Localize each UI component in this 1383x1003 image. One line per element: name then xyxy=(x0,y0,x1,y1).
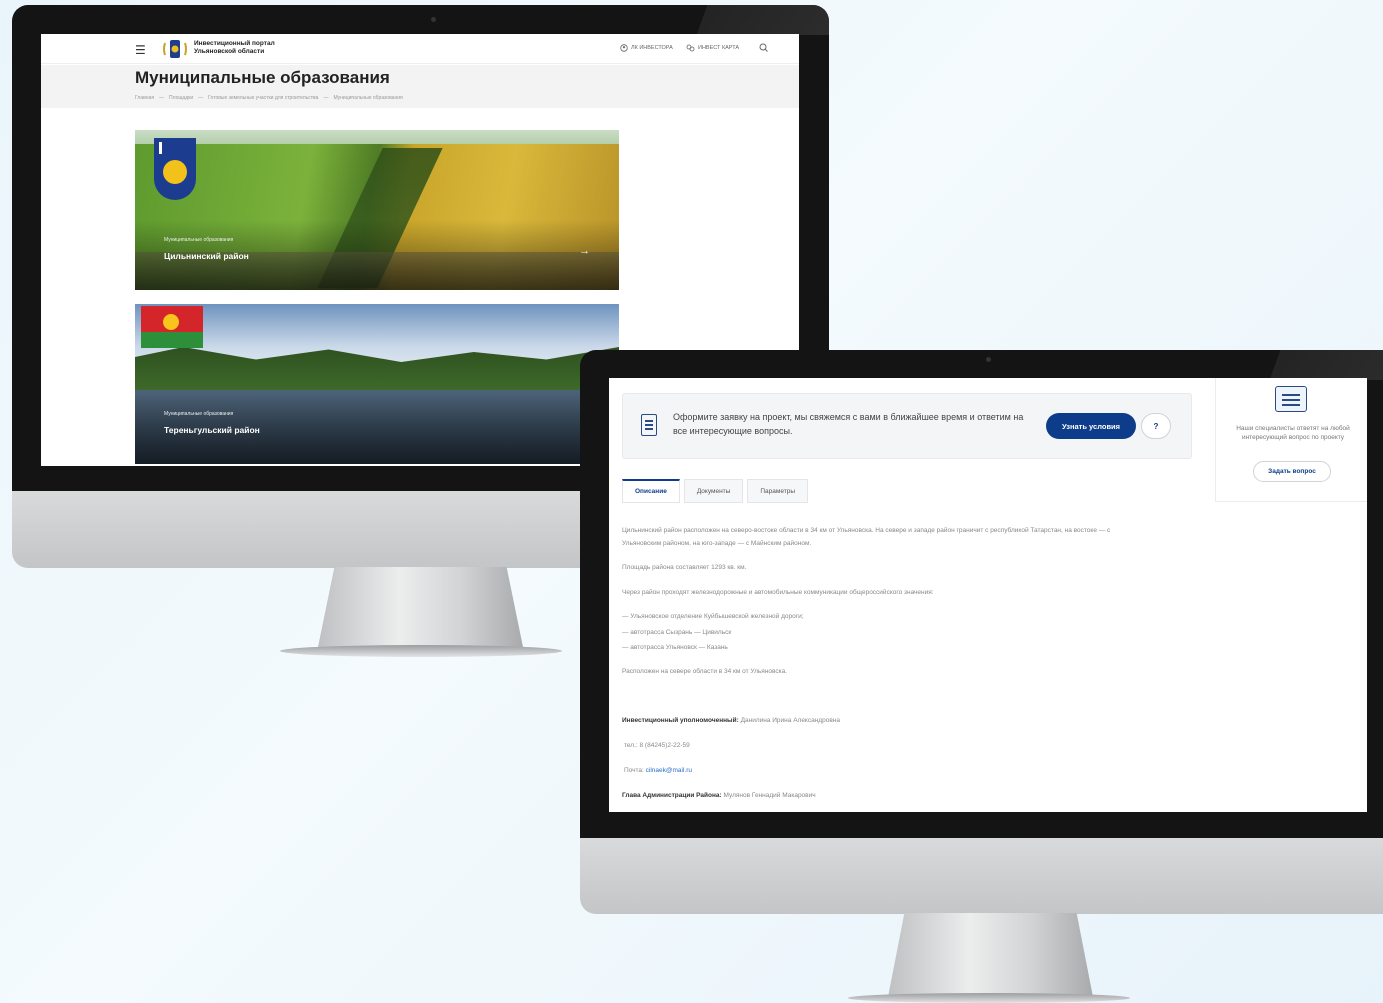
administration-head: Глава Администрации Района: Мулянов Генн… xyxy=(622,792,816,799)
breadcrumb-item: Муниципальные образования xyxy=(333,95,403,101)
help-button[interactable]: ? xyxy=(1141,413,1171,439)
breadcrumb: Главная — Площадки — Готовые земельные уча… xyxy=(135,95,403,101)
page-title: Муниципальные образования xyxy=(135,68,390,87)
map-icon xyxy=(686,44,695,52)
district-card-tsilninsky[interactable]: Муниципальные образования Цильнинский ра… xyxy=(135,130,619,290)
description-paragraph: Цильнинский район расположен на северо-в… xyxy=(622,527,1111,547)
application-text: Оформите заявку на проект, мы свяжемся с… xyxy=(673,412,1024,436)
application-banner: Оформите заявку на проект, мы свяжемся с… xyxy=(622,393,1192,459)
monitor-1-stand xyxy=(318,567,523,647)
phone-number: тел.: 8 (84245)2-22-59 xyxy=(624,742,690,749)
location-paragraph: Расположен на севере области в 34 км от … xyxy=(622,668,788,675)
learn-conditions-button[interactable]: Узнать условия xyxy=(1046,413,1136,439)
district-flag-icon xyxy=(141,306,203,348)
investment-representative: Инвестиционный уполномоченный: Данилина … xyxy=(622,717,840,724)
tab-description[interactable]: Описание xyxy=(622,479,680,503)
monitor-1-base xyxy=(280,645,562,657)
breadcrumb-item[interactable]: Главная xyxy=(135,95,154,101)
card-title: Тереньгульский район xyxy=(164,425,260,435)
monitor-2-stand xyxy=(888,913,1093,997)
page-title-bar: Муниципальные образования Главная — Площа… xyxy=(41,65,799,108)
communications-list: — Ульяновское отделение Куйбышевской жел… xyxy=(622,611,1122,655)
district-card-terengulsky[interactable]: Муниципальные образования Тереньгульский… xyxy=(135,304,619,464)
ask-question-button[interactable]: Задать вопрос xyxy=(1253,461,1331,482)
camera-dot xyxy=(986,357,991,362)
area-paragraph: Площадь района составляет 1293 кв. км. xyxy=(622,564,747,571)
camera-dot xyxy=(431,17,436,22)
monitor-2-base xyxy=(848,993,1130,1003)
chat-message-icon xyxy=(1275,386,1307,412)
tab-documents[interactable]: Документы xyxy=(683,479,744,503)
list-item: — Ульяновское отделение Куйбышевской жел… xyxy=(622,613,804,620)
card-title: Цильнинский район xyxy=(164,251,249,261)
tab-parameters[interactable]: Параметры xyxy=(747,479,808,503)
nav-invest-map[interactable]: ИНВЕСТ КАРТА xyxy=(686,44,739,52)
ask-question-panel: Наши специалисты ответят на любой интере… xyxy=(1215,378,1367,502)
district-page-screen: Оформите заявку на проект, мы свяжемся с… xyxy=(609,378,1367,812)
content-tabs: Описание Документы Параметры xyxy=(622,479,808,503)
email-row: Почта: cilnaek@mail.ru xyxy=(624,767,693,774)
monitor-2-chin xyxy=(580,838,1383,914)
card-category: Муниципальные образования xyxy=(164,237,234,243)
portal-logo-icon[interactable] xyxy=(162,37,188,61)
breadcrumb-item[interactable]: Площадки xyxy=(169,95,193,101)
communications-paragraph: Через район проходят железнодорожные и а… xyxy=(622,589,934,596)
list-item: — автотрасса Сызрань — Цивильск xyxy=(622,628,732,636)
arrow-right-icon[interactable]: → xyxy=(579,245,590,257)
search-icon[interactable] xyxy=(759,43,768,52)
portal-logo-text: Инвестиционный портал Ульяновской област… xyxy=(194,40,275,55)
user-icon xyxy=(620,44,628,52)
site-header: ☰ Инвестиционный портал Ульяновской обла… xyxy=(41,34,799,64)
nav-investor-account[interactable]: ЛК ИНВЕСТОРА xyxy=(620,44,673,52)
specialists-text: Наши специалисты ответят на любой интере… xyxy=(1236,425,1350,441)
coat-of-arms-icon xyxy=(154,138,196,200)
breadcrumb-item[interactable]: Готовые земельные участки для строительс… xyxy=(208,95,318,101)
card-category: Муниципальные образования xyxy=(164,411,234,417)
document-icon xyxy=(641,414,657,436)
list-item: — автотрасса Ульяновск — Казань xyxy=(622,644,728,651)
menu-icon[interactable]: ☰ xyxy=(135,43,146,57)
email-link[interactable]: cilnaek@mail.ru xyxy=(646,767,692,774)
